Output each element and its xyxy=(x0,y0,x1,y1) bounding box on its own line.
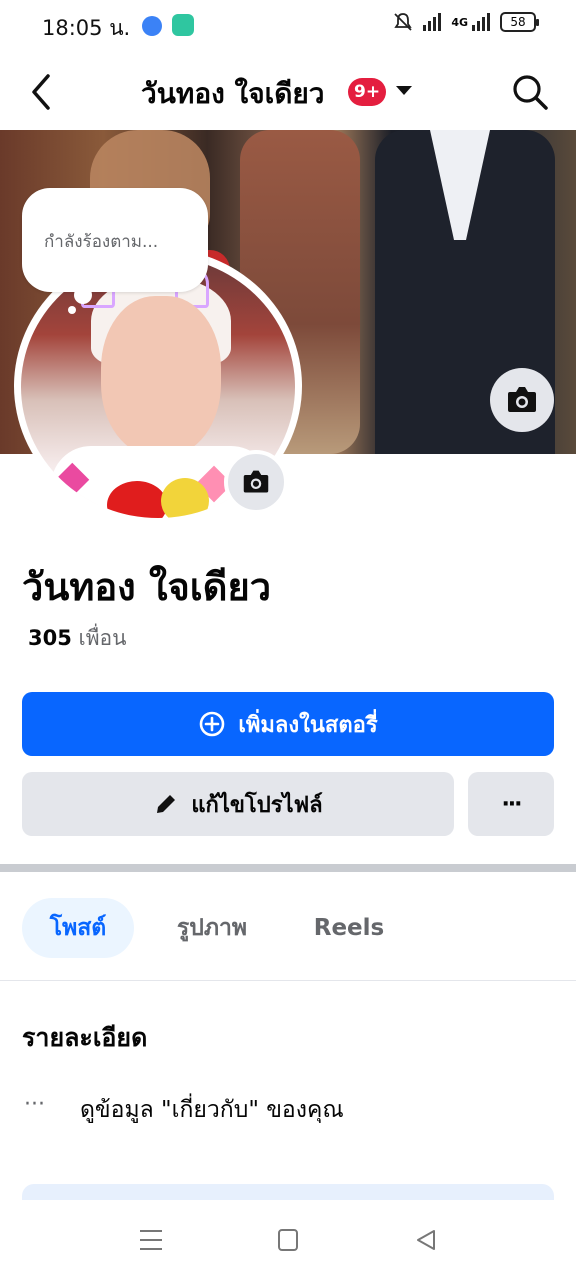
bell-muted-icon xyxy=(394,13,412,31)
pencil-icon xyxy=(153,791,179,817)
search-icon xyxy=(513,75,548,110)
more-dots-icon: ··· xyxy=(24,1092,45,1117)
battery-icon: 58 xyxy=(500,12,539,32)
status-icons: 4G 58 xyxy=(393,12,539,32)
chevron-left-icon xyxy=(32,74,50,110)
network-type: 4G xyxy=(451,15,468,29)
see-about-row[interactable]: ··· ดูข้อมูล "เกี่ยวกับ" ของคุณ xyxy=(22,1090,554,1130)
profile-name: วันทอง ใจเดียว xyxy=(22,565,272,609)
messenger-lite-icon xyxy=(142,16,162,36)
signal-icon xyxy=(423,13,442,31)
note-tail-small xyxy=(68,306,76,314)
back-button[interactable] xyxy=(22,70,62,114)
home-button[interactable] xyxy=(278,1229,298,1251)
signal-icon-2 xyxy=(472,13,490,31)
triangle-back-icon xyxy=(417,1230,435,1250)
note-text: กำลังร้องตาม... xyxy=(44,232,159,252)
more-options-button[interactable]: ··· xyxy=(468,772,554,836)
section-divider xyxy=(0,864,576,872)
see-about-text: ดูข้อมูล "เกี่ยวกับ" ของคุณ xyxy=(80,1097,344,1123)
caret-down-icon[interactable] xyxy=(396,86,412,95)
camera-icon xyxy=(508,387,536,412)
details-title: รายละเอียด xyxy=(22,1023,148,1052)
more-dots-icon: ··· xyxy=(501,791,522,817)
header-title[interactable]: วันทอง ใจเดียว xyxy=(141,72,325,116)
plus-circle-icon xyxy=(198,710,226,738)
edit-profile-label: แก้ไขโปรไฟล์ xyxy=(191,792,323,818)
tabs-divider xyxy=(0,980,576,981)
edit-profile-button[interactable]: แก้ไขโปรไฟล์ xyxy=(22,772,454,836)
status-bar: 18:05 น. 4G 58 xyxy=(0,0,576,52)
search-button[interactable] xyxy=(510,72,550,112)
tab-posts[interactable]: โพสต์ xyxy=(22,898,134,958)
edit-profile-picture-button[interactable] xyxy=(224,450,288,514)
friends-label: เพื่อน xyxy=(78,626,127,650)
profile-note[interactable]: กำลังร้องตาม... xyxy=(22,188,208,292)
edit-cover-button[interactable] xyxy=(490,368,554,432)
camera-icon xyxy=(243,470,269,493)
tab-photos[interactable]: รูปภาพ xyxy=(150,898,274,958)
add-to-story-button[interactable]: เพิ่มลงในสตอรี่ xyxy=(22,692,554,756)
back-nav-button[interactable] xyxy=(414,1228,438,1256)
status-time: 18:05 น. xyxy=(42,16,131,40)
chat-app-icon xyxy=(172,14,194,36)
note-tail xyxy=(74,286,92,304)
system-nav-bar xyxy=(0,1200,576,1280)
recent-apps-button[interactable] xyxy=(140,1230,162,1257)
top-app-bar: วันทอง ใจเดียว 9+ xyxy=(0,52,576,130)
add-to-story-label: เพิ่มลงในสตอรี่ xyxy=(238,712,378,738)
notification-badge: 9+ xyxy=(348,78,387,106)
friends-count[interactable]: 305 เพื่อน xyxy=(28,622,127,655)
tab-reels[interactable]: Reels xyxy=(298,898,400,958)
friends-number: 305 xyxy=(28,626,72,650)
